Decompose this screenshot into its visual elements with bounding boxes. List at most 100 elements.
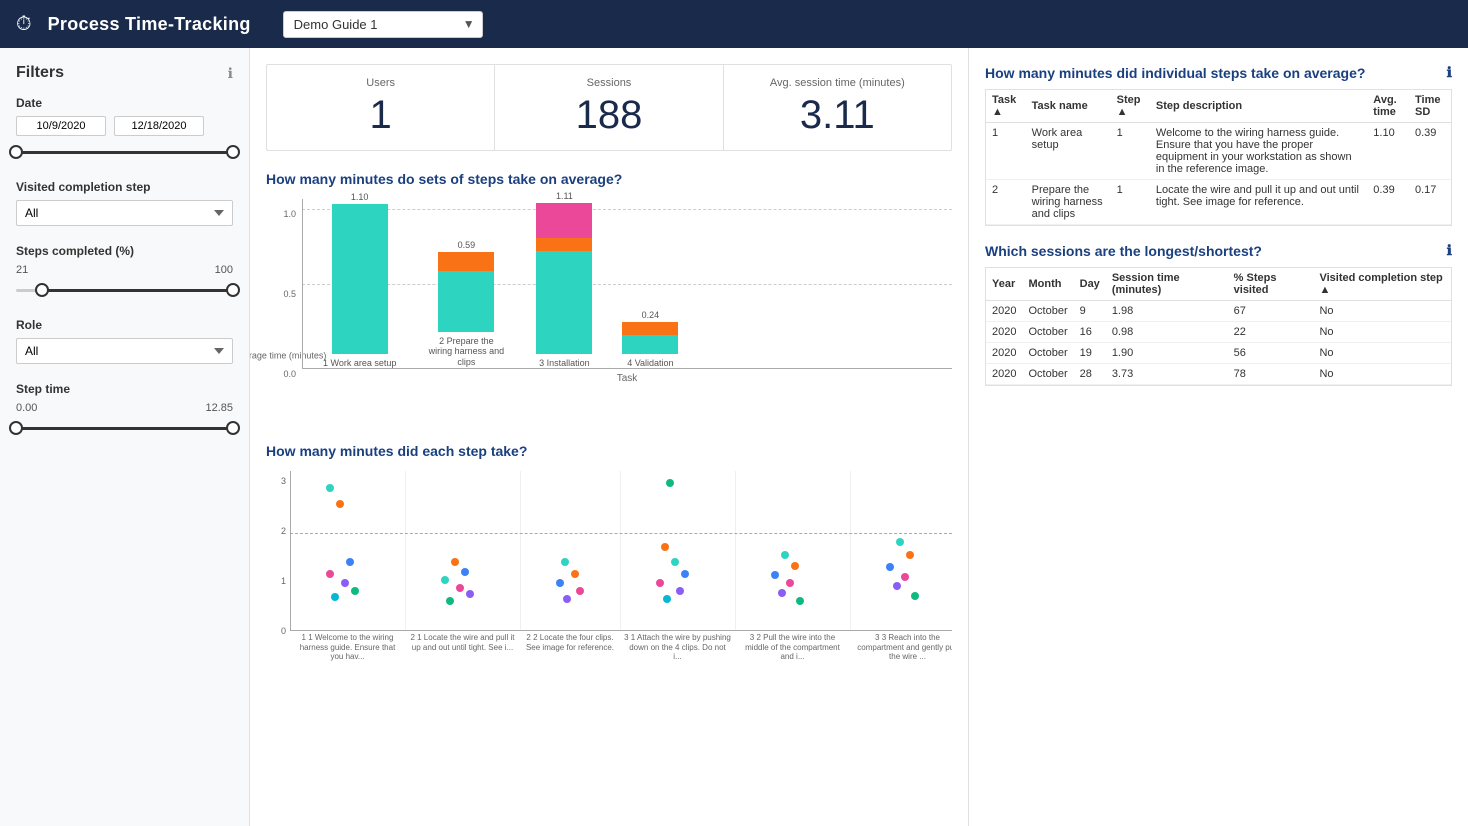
scatter-col-6 xyxy=(851,471,952,630)
cell-year: 2020 xyxy=(986,301,1022,322)
role-select[interactable]: All xyxy=(16,338,233,364)
completion-step-select[interactable]: All xyxy=(16,200,233,226)
cell-step: 1 xyxy=(1111,123,1150,180)
dot xyxy=(911,592,919,600)
cell-description: Locate the wire and pull it up and out u… xyxy=(1150,180,1367,225)
cell-description: Welcome to the wiring harness guide. Ens… xyxy=(1150,123,1367,180)
dot xyxy=(561,558,569,566)
dot xyxy=(461,568,469,576)
bar-value-1: 1.10 xyxy=(351,192,369,202)
table-row: 2020 October 28 3.73 78 No xyxy=(986,364,1451,385)
cell-time-sd: 0.39 xyxy=(1409,123,1451,180)
avg-steps-title: How many minutes did individual steps ta… xyxy=(985,65,1365,81)
bar-2-orange xyxy=(438,252,494,271)
steps-completed-slider[interactable] xyxy=(16,280,233,300)
sessions-title: Which sessions are the longest/shortest? xyxy=(985,243,1262,259)
avg-session-stat: Avg. session time (minutes) 3.11 xyxy=(724,65,951,150)
scatter-col-2 xyxy=(406,471,521,630)
avg-steps-table-wrapper[interactable]: Task ▲ Task name Step ▲ Step description… xyxy=(985,89,1452,226)
sessions-info-icon[interactable]: ℹ xyxy=(1447,242,1452,259)
bar-group-1: 1.10 1 Work area setup xyxy=(323,192,396,368)
app-icon: ⏱ xyxy=(16,13,32,36)
scatter-col-4 xyxy=(621,471,736,630)
cell-completion: No xyxy=(1313,322,1451,343)
step-time-min-value: 0.00 xyxy=(16,402,37,414)
dot xyxy=(351,587,359,595)
table-row: 1 Work area setup 1 Welcome to the wirin… xyxy=(986,123,1451,180)
dot xyxy=(576,587,584,595)
bar-value-3: 1.11 xyxy=(556,191,573,201)
cell-avg-time: 1.10 xyxy=(1367,123,1409,180)
bar-x-axis-label: Task xyxy=(302,373,952,384)
bar-3-pink xyxy=(536,203,592,238)
date-start-input[interactable] xyxy=(16,116,106,136)
cell-completion: No xyxy=(1313,301,1451,322)
cell-session-time: 1.90 xyxy=(1106,343,1228,364)
dot xyxy=(896,538,904,546)
dot xyxy=(886,563,894,571)
cell-completion: No xyxy=(1313,364,1451,385)
cell-session-time: 1.98 xyxy=(1106,301,1228,322)
avg-session-value: 3.11 xyxy=(740,93,935,138)
users-label: Users xyxy=(283,77,478,89)
cell-pct-steps: 67 xyxy=(1228,301,1314,322)
y-label-0.0: 0.0 xyxy=(283,369,296,379)
cell-month: October xyxy=(1022,322,1073,343)
steps-min-value: 21 xyxy=(16,264,28,276)
avg-session-label: Avg. session time (minutes) xyxy=(740,77,935,89)
dot xyxy=(326,484,334,492)
dot xyxy=(671,558,679,566)
dot xyxy=(778,589,786,597)
dot xyxy=(681,570,689,578)
cell-day: 28 xyxy=(1074,364,1106,385)
cell-year: 2020 xyxy=(986,343,1022,364)
step-time-slider[interactable] xyxy=(16,418,233,438)
date-end-input[interactable] xyxy=(114,116,204,136)
dot xyxy=(906,551,914,559)
date-range-slider[interactable] xyxy=(16,142,233,162)
bar-3-orange xyxy=(536,238,592,251)
dot xyxy=(796,597,804,605)
cell-task: 1 xyxy=(986,123,1026,180)
col-completion-step: Visited completion step ▲ xyxy=(1313,268,1451,301)
col-month: Month xyxy=(1022,268,1073,301)
sessions-table-wrapper[interactable]: Year Month Day Session time (minutes) % … xyxy=(985,267,1452,386)
col-step: Step ▲ xyxy=(1111,90,1150,123)
cell-task-name: Work area setup xyxy=(1026,123,1111,180)
app-title: Process Time-Tracking xyxy=(48,14,251,35)
scatter-xlabel-2: 2 1 Locate the wire and pull it up and o… xyxy=(405,631,520,664)
scatter-col-5 xyxy=(736,471,851,630)
step-time-filter: Step time 0.00 12.85 xyxy=(16,382,233,438)
cell-avg-time: 0.39 xyxy=(1367,180,1409,225)
dot xyxy=(786,579,794,587)
bar-group-4: 0.24 4 Validation xyxy=(622,310,678,368)
avg-steps-info-icon[interactable]: ℹ xyxy=(1447,64,1452,81)
cell-time-sd: 0.17 xyxy=(1409,180,1451,225)
table-row: 2 Prepare the wiring harness and clips 1… xyxy=(986,180,1451,225)
cell-step: 1 xyxy=(1111,180,1150,225)
dot xyxy=(446,597,454,605)
cell-session-time: 3.73 xyxy=(1106,364,1228,385)
bar-4-orange xyxy=(622,322,678,335)
cell-month: October xyxy=(1022,343,1073,364)
bar-label-2: 2 Prepare the wiring harness and clips xyxy=(426,336,506,368)
guide-dropdown[interactable]: Demo Guide 1 xyxy=(283,11,483,38)
steps-max-value: 100 xyxy=(215,264,233,276)
stats-row: Users 1 Sessions 188 Avg. session time (… xyxy=(266,64,952,151)
scatter-chart-section: How many minutes did each step take? 3 2… xyxy=(266,443,952,691)
cell-task: 2 xyxy=(986,180,1026,225)
scatter-col-1 xyxy=(291,471,406,630)
date-label: Date xyxy=(16,96,233,110)
col-day: Day xyxy=(1074,268,1106,301)
right-panel: How many minutes did individual steps ta… xyxy=(968,48,1468,826)
scatter-y-labels: 3 2 1 0 xyxy=(266,471,286,691)
bar-3-teal xyxy=(536,251,592,354)
filters-info-icon[interactable]: ℹ xyxy=(228,65,233,82)
table-row: 2020 October 16 0.98 22 No xyxy=(986,322,1451,343)
y-label-0.5: 0.5 xyxy=(283,289,296,299)
steps-completed-filter: Steps completed (%) 21 100 xyxy=(16,244,233,300)
dot xyxy=(456,584,464,592)
main-content: Users 1 Sessions 188 Avg. session time (… xyxy=(250,48,968,826)
completion-step-label: Visited completion step xyxy=(16,180,233,194)
bar-label-4: 4 Validation xyxy=(627,358,673,368)
